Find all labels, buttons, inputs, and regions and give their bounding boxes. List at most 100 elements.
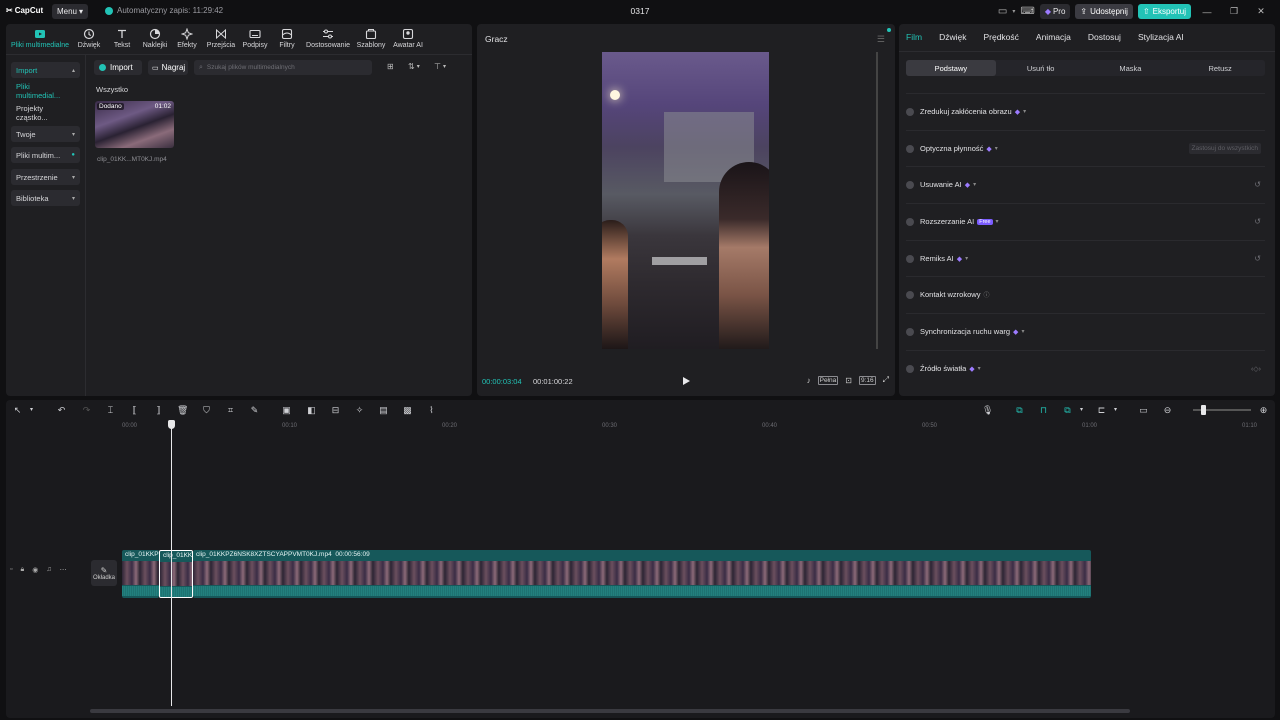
tab-effects[interactable]: Efekty: [170, 24, 204, 54]
nav-spaces[interactable]: Przestrzenie ▾: [11, 169, 80, 185]
zoom-out-icon[interactable]: ⊖: [1162, 405, 1173, 416]
preview-axis-icon[interactable]: ⊏: [1096, 405, 1107, 416]
search-box[interactable]: ⌕: [194, 60, 372, 75]
select-cursor-icon[interactable]: ↖: [12, 405, 23, 416]
undo-icon[interactable]: ↶: [56, 405, 67, 416]
hamburger-icon[interactable]: ☰: [877, 34, 885, 45]
feature-light[interactable]: Źródło światła ◆ ▾ ‹◇›: [906, 350, 1265, 386]
playhead[interactable]: [171, 422, 172, 706]
tab-templates[interactable]: Szablony: [354, 24, 388, 54]
checkbox[interactable]: [906, 254, 914, 263]
tab-film[interactable]: Film: [906, 32, 922, 42]
link-main-track-icon[interactable]: ⧉: [1014, 405, 1025, 416]
checkbox[interactable]: [906, 290, 914, 299]
crop-icon[interactable]: ⌗: [225, 405, 236, 416]
reset-icon[interactable]: ↺: [1254, 217, 1261, 226]
subtitle-icon[interactable]: ▤: [378, 405, 389, 416]
apply-all-button[interactable]: Zastosuj do wszystkich: [1188, 143, 1261, 154]
tab-audio[interactable]: Dźwięk: [74, 24, 104, 54]
tab-media[interactable]: Pliki multimedialne: [6, 24, 74, 54]
checkbox[interactable]: [906, 217, 914, 226]
eye-icon[interactable]: ◉: [32, 566, 38, 574]
feature-ai-remix[interactable]: Remiks AI ◆ ▾ ↺: [906, 240, 1265, 276]
nav-import[interactable]: Import ▴: [11, 62, 80, 78]
shield-icon[interactable]: ⛉: [201, 405, 212, 416]
chevron-down-icon[interactable]: ▾: [26, 405, 37, 416]
timeline-clip-main[interactable]: clip_01KKPZ6NSK8XZTSCYAPPVMT0KJ.mp4 00:0…: [193, 550, 1091, 598]
waveform-icon[interactable]: ⌇: [426, 405, 437, 416]
split-left-icon[interactable]: ⟦: [129, 405, 140, 416]
nav-local-media[interactable]: Pliki multimedial...: [11, 82, 80, 100]
tab-filters[interactable]: Filtry: [272, 24, 302, 54]
redo-icon[interactable]: ↷: [81, 405, 92, 416]
more-icon[interactable]: ⋯: [60, 566, 67, 574]
search-input[interactable]: [206, 64, 367, 71]
play-icon[interactable]: [681, 376, 691, 386]
tab-transitions[interactable]: Przejścia: [204, 24, 238, 54]
tab-text[interactable]: Tekst: [104, 24, 140, 54]
fit-screen-icon[interactable]: ⊡: [845, 376, 852, 385]
layout-chevron-icon[interactable]: ▾: [1012, 8, 1015, 15]
filter-icon[interactable]: ⊤ ▾: [434, 62, 446, 71]
feature-lip-sync[interactable]: Synchronizacja ruchu warg ◆ ▾: [906, 313, 1265, 349]
shortcut-icon[interactable]: ⌨: [1020, 6, 1034, 17]
reset-icon[interactable]: ↺: [1254, 180, 1261, 189]
subtab-mask[interactable]: Maska: [1086, 60, 1176, 76]
nav-library[interactable]: Biblioteka ▾: [11, 190, 80, 206]
timeline-clip[interactable]: clip_01KKP: [122, 550, 159, 598]
subtab-retouch[interactable]: Retusz: [1175, 60, 1265, 76]
tab-captions[interactable]: Podpisy: [238, 24, 272, 54]
feature-ai-expand[interactable]: Rozszerzanie AI Free ▾ ↺: [906, 203, 1265, 239]
tab-adjust-props[interactable]: Dostosuj: [1088, 32, 1121, 42]
ai-edit-icon[interactable]: ✎: [249, 405, 260, 416]
time-ruler[interactable]: 00:00 00:10 00:20 00:30 00:40 00:50 01:0…: [122, 420, 1272, 434]
timeline-scrollbar[interactable]: [90, 709, 1130, 713]
caption-toggle-icon[interactable]: ▭: [1138, 405, 1149, 416]
layout-icon[interactable]: ▭: [998, 6, 1007, 17]
nav-media-lib[interactable]: Pliki multim... ●: [11, 147, 80, 163]
tab-adjust[interactable]: Dostosowanie: [302, 24, 354, 54]
minimize-icon[interactable]: —: [1196, 7, 1218, 17]
share-button[interactable]: ⇪ Udostępnij: [1075, 4, 1133, 19]
chevron-down-icon[interactable]: ▾: [1076, 405, 1087, 416]
preview-scrollbar[interactable]: [876, 52, 878, 349]
checkbox[interactable]: [906, 144, 914, 153]
tab-stickers[interactable]: Naklejki: [140, 24, 170, 54]
split-icon[interactable]: ⌶: [105, 405, 116, 416]
link-icon[interactable]: ⧉: [1062, 405, 1073, 416]
nav-projects[interactable]: Projekty cząstko...: [11, 104, 80, 122]
close-icon[interactable]: ✕: [1250, 6, 1272, 17]
speaker-icon[interactable]: ♫: [46, 566, 51, 574]
full-quality-button[interactable]: Pełna: [817, 375, 839, 385]
checkbox[interactable]: [906, 364, 914, 373]
mirror-icon[interactable]: ◧: [306, 405, 317, 416]
export-button[interactable]: ⇧ Eksportuj: [1137, 4, 1191, 19]
fullscreen-icon[interactable]: ⤢: [883, 375, 889, 385]
feature-denoise[interactable]: Zredukuj zakłócenia obrazu ◆ ▾: [906, 93, 1265, 129]
delete-icon[interactable]: 🗑: [177, 405, 188, 416]
magic-icon[interactable]: ✧: [354, 405, 365, 416]
zoom-knob[interactable]: [1201, 405, 1206, 415]
image-icon[interactable]: ▩: [402, 405, 413, 416]
record-button[interactable]: ▭ Nagraj: [148, 60, 188, 75]
checkbox[interactable]: [906, 327, 914, 336]
cover-button[interactable]: ✎ Okładka: [91, 560, 117, 586]
keyframe-icon[interactable]: ‹◇›: [1251, 365, 1261, 373]
feature-ai-remove[interactable]: Usuwanie AI ◆ ▾ ↺: [906, 166, 1265, 202]
pro-button[interactable]: ◆ Pro: [1039, 4, 1071, 19]
tab-ai-style[interactable]: Stylizacja AI: [1138, 32, 1184, 42]
tiktok-icon[interactable]: ♪: [807, 376, 811, 385]
feature-eye-contact[interactable]: Kontakt wzrokowy ⓘ: [906, 276, 1265, 312]
subtab-basic[interactable]: Podstawy: [906, 60, 996, 76]
zoom-slider[interactable]: [1193, 405, 1251, 415]
grid-view-icon[interactable]: ⊞: [387, 62, 394, 71]
feature-smooth[interactable]: Optyczna płynność ◆ ▾ Zastosuj do wszystk…: [906, 130, 1265, 166]
restore-icon[interactable]: ❐: [1223, 6, 1245, 17]
reset-icon[interactable]: ↺: [1254, 254, 1261, 263]
video-preview[interactable]: [602, 52, 769, 349]
zoom-in-icon[interactable]: ⊕: [1258, 405, 1269, 416]
checkbox[interactable]: [906, 107, 914, 116]
tab-speed[interactable]: Prędkość: [983, 32, 1018, 42]
magnet-icon[interactable]: ⊓: [1038, 405, 1049, 416]
timeline-clip-selected[interactable]: clip_01KK: [159, 550, 193, 598]
